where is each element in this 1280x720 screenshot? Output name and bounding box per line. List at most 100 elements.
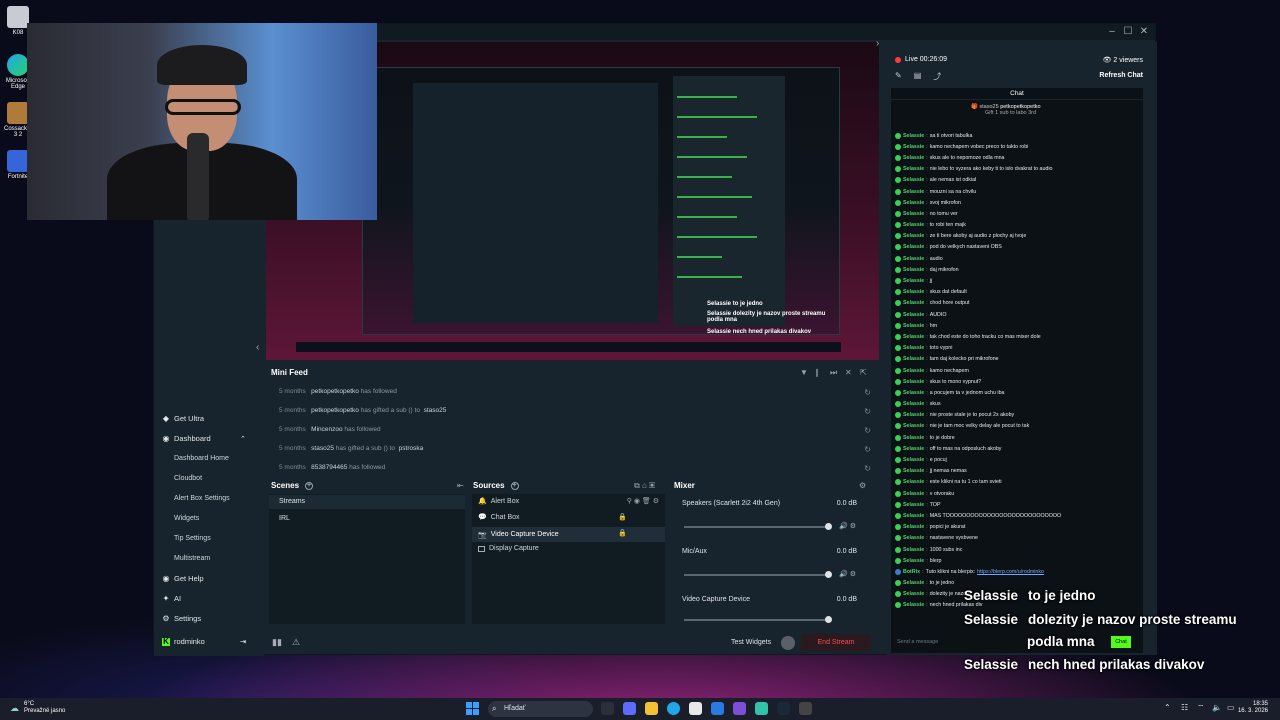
close-button[interactable]: ✕	[1137, 26, 1151, 38]
source-item-alert-box[interactable]: 🔔 Alert Box	[478, 497, 519, 506]
discord-icon[interactable]	[733, 702, 746, 715]
share-icon[interactable]: ⤴	[933, 71, 941, 82]
chat-username[interactable]: Selassie	[903, 334, 924, 340]
chat-username[interactable]: Selassie	[903, 558, 924, 564]
nav-tip-settings[interactable]: Tip Settings	[174, 535, 211, 542]
replay-icon[interactable]: ↻	[864, 445, 871, 454]
alert-icon[interactable]: ⚠	[292, 637, 300, 648]
chat-username[interactable]: Selassie	[903, 468, 924, 474]
nav-dashboard[interactable]: ◉ Dashboard ⌃	[162, 434, 246, 443]
end-stream-button[interactable]: End Stream	[801, 634, 871, 651]
network-icon[interactable]: ☷	[1181, 703, 1188, 712]
battery-icon[interactable]: ▭	[1227, 703, 1235, 712]
nav-multistream[interactable]: Multistream	[174, 555, 210, 562]
chat-username[interactable]: Selassie	[903, 390, 924, 396]
store-icon[interactable]	[689, 702, 702, 715]
copilot-icon[interactable]	[623, 702, 636, 715]
task-view-icon[interactable]	[601, 702, 614, 715]
settings-icon[interactable]	[799, 702, 812, 715]
volume-slider[interactable]	[684, 616, 832, 623]
scene-item-streams[interactable]: Streams	[269, 495, 465, 509]
chat-username[interactable]: Selassie	[903, 580, 924, 586]
chevron-up-icon[interactable]: ⌃	[240, 435, 246, 443]
chat-username[interactable]: Selassie	[903, 189, 924, 195]
tray-chevron-icon[interactable]: ⌃	[1164, 703, 1171, 712]
skip-icon[interactable]: ⏭	[830, 368, 837, 378]
chat-username[interactable]: Selassie	[903, 200, 924, 206]
mixer-settings-icon[interactable]: ⚙	[859, 481, 866, 490]
chat-username[interactable]: Selassie	[903, 144, 924, 150]
chat-username[interactable]: Selassie	[903, 591, 924, 597]
chat-username[interactable]: Selassie	[903, 267, 924, 273]
chat-username[interactable]: Selassie	[903, 356, 924, 362]
chat-link[interactable]: https://blerp.com/u/rodminko	[977, 569, 1044, 575]
nav-user[interactable]: Krodminko ⇥	[162, 637, 246, 646]
chat-username[interactable]: Selassie	[903, 368, 924, 374]
channel-controls[interactable]: 🔊 ⚙	[839, 522, 856, 530]
chat-username[interactable]: Selassie	[903, 211, 924, 217]
record-button[interactable]	[781, 636, 795, 650]
chat-username[interactable]: Selassie	[903, 423, 924, 429]
chat-username[interactable]: Selassie	[903, 502, 924, 508]
source-item-display-capture[interactable]: Display Capture	[478, 545, 539, 552]
nav-get-help[interactable]: ◉ Get Help	[162, 574, 204, 583]
lock-icon[interactable]: 🔒	[618, 513, 627, 521]
chat-username[interactable]: Selassie	[903, 412, 924, 418]
chat-username[interactable]: Selassie	[903, 345, 924, 351]
chat-username[interactable]: Selassie	[903, 244, 924, 250]
chat-username[interactable]: Selassie	[903, 513, 924, 519]
minimize-button[interactable]: –	[1105, 26, 1119, 38]
chat-username[interactable]: Selassie	[903, 256, 924, 262]
nav-widgets[interactable]: Widgets	[174, 515, 199, 522]
chat-username[interactable]: Selassie	[903, 233, 924, 239]
collapse-left-icon[interactable]: ‹	[256, 342, 259, 353]
chat-username[interactable]: Selassie	[903, 446, 924, 452]
expand-right-icon[interactable]: ›	[876, 38, 879, 49]
chat-username[interactable]: Selassie	[903, 289, 924, 295]
volume-slider[interactable]	[684, 523, 832, 530]
chat-username[interactable]: Selassie	[903, 547, 924, 553]
pencil-icon[interactable]: ✎	[895, 71, 902, 82]
popout-icon[interactable]: ⇱	[860, 368, 867, 377]
chat-username[interactable]: Selassie	[903, 323, 924, 329]
chat-username[interactable]: Selassie	[903, 133, 924, 139]
chat-username[interactable]: Selassie	[903, 491, 924, 497]
windows-start-icon[interactable]	[466, 702, 479, 715]
replay-icon[interactable]: ↻	[864, 407, 871, 416]
chat-username[interactable]: Selassie	[903, 278, 924, 284]
chat-username[interactable]: BotRix	[903, 569, 920, 575]
collapse-icon[interactable]: ⇤	[457, 481, 464, 490]
chat-username[interactable]: Selassie	[903, 457, 924, 463]
add-source-button[interactable]: +	[510, 481, 519, 490]
source-item-chat-box[interactable]: 💬 Chat Box	[478, 513, 520, 522]
weather-widget[interactable]: 6°C Prevažné jasno	[24, 701, 65, 715]
logout-icon[interactable]: ⇥	[240, 637, 246, 646]
scene-item-irl[interactable]: IRL	[279, 515, 290, 522]
source-tools-icon[interactable]: ⧉ ⌂ ▣	[634, 481, 655, 491]
chat-username[interactable]: Selassie	[903, 155, 924, 161]
channel-controls[interactable]: 🔊 ⚙	[839, 570, 856, 578]
replay-icon[interactable]: ↻	[864, 464, 871, 473]
steam-icon[interactable]	[777, 702, 790, 715]
maximize-button[interactable]: ☐	[1121, 26, 1135, 38]
nav-alert-box-settings[interactable]: Alert Box Settings	[174, 495, 230, 502]
wifi-icon[interactable]: ⌔	[1197, 703, 1205, 713]
replay-icon[interactable]: ↻	[864, 426, 871, 435]
test-widgets-button[interactable]: Test Widgets	[731, 639, 771, 646]
save-icon[interactable]: ▤	[914, 71, 922, 82]
source-item-video-capture[interactable]: 📷 Video Capture Device	[472, 527, 665, 542]
filter-icon[interactable]: ▼	[800, 368, 808, 377]
file-explorer-icon[interactable]	[645, 702, 658, 715]
chat-username[interactable]: Selassie	[903, 166, 924, 172]
volume-icon[interactable]: 🔈	[1212, 703, 1222, 712]
chat-username[interactable]: Selassie	[903, 435, 924, 441]
replay-icon[interactable]: ↻	[864, 388, 871, 397]
source-controls[interactable]: ⚲ ◉ 🗑 ⚙	[627, 497, 659, 505]
mute-icon[interactable]: ✕	[845, 368, 852, 377]
chat-send-button[interactable]: Chat	[1111, 636, 1131, 648]
chat-username[interactable]: Selassie	[903, 300, 924, 306]
system-clock[interactable]: 18:35 16. 3. 2026	[1238, 701, 1268, 715]
chat-username[interactable]: Selassie	[903, 379, 924, 385]
taskbar-search[interactable]: ⌕ Hľadať	[488, 701, 593, 717]
nav-get-ultra[interactable]: ◆ Get Ultra	[162, 414, 204, 423]
